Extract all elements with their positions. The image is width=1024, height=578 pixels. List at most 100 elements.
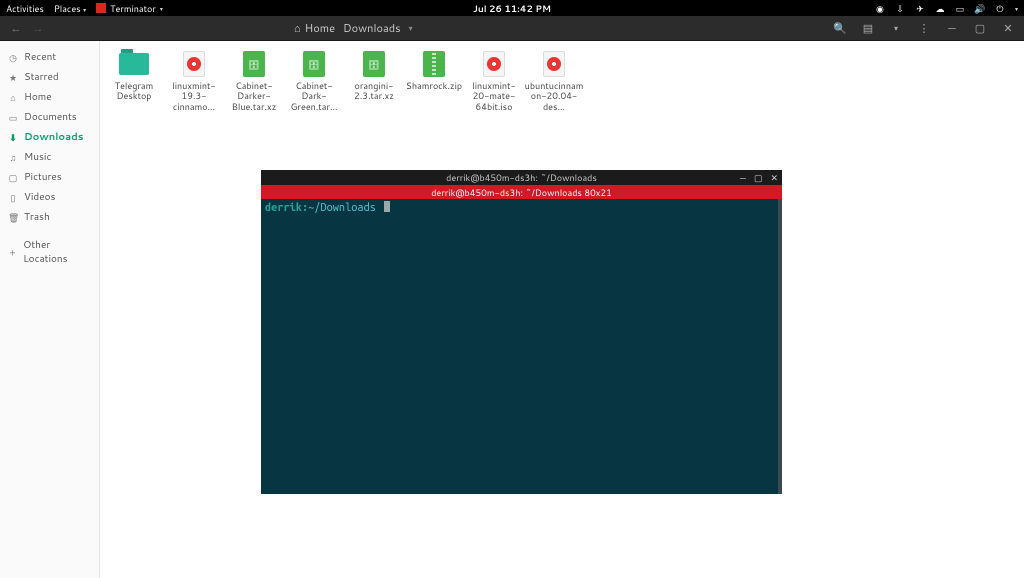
file-item[interactable]: 🗄 Cabinet-Darker-Blue.tar.xz xyxy=(224,51,284,112)
file-label: linuxmint-19.3-cinnamo… xyxy=(164,81,224,112)
home-icon: ⌂ xyxy=(294,20,301,36)
iso-icon xyxy=(178,51,210,77)
terminal-prompt-path: ~/Downloads xyxy=(308,202,376,214)
hamburger-menu-button[interactable]: ⋮ xyxy=(916,20,932,36)
sidebar-item-videos-icon: ▯ xyxy=(8,191,18,204)
terminator-app-icon xyxy=(96,3,106,13)
sidebar-item-trash[interactable]: 🗑 Trash xyxy=(0,207,99,227)
sidebar-item-trash-icon: 🗑 xyxy=(8,211,18,224)
sidebar-item-music[interactable]: ♫ Music xyxy=(0,147,99,167)
power-icon[interactable]: ⏻ xyxy=(995,3,1005,13)
sidebar-item-label: Downloads xyxy=(24,130,84,144)
file-label: Shamrock.zip xyxy=(406,81,462,91)
tray-icon-2[interactable]: ⇩ xyxy=(895,3,905,13)
terminal-prompt-user: derrik: xyxy=(265,202,308,214)
places-menu[interactable]: Places ▾ xyxy=(54,2,86,15)
close-button[interactable]: ✕ xyxy=(1000,20,1016,36)
filemanager-toolbar: ← → ⌂ Home Downloads ▾ 🔍 ▤ ▾ ⋮ — ▢ ✕ xyxy=(0,16,1024,41)
view-toggle-button[interactable]: ▤ xyxy=(860,20,876,36)
chevron-down-icon: ▾ xyxy=(160,4,163,13)
terminal-body[interactable]: derrik:~/Downloads xyxy=(261,199,782,494)
sidebar-item-starred-icon: ★ xyxy=(8,71,18,84)
sidebar-item-label: Pictures xyxy=(24,170,62,184)
terminal-title: derrik@b450m-ds3h: ~/Downloads xyxy=(446,171,597,184)
sidebar-item-label: Home xyxy=(24,90,52,104)
app-menu[interactable]: Terminator ▾ xyxy=(96,2,163,15)
clock[interactable]: Jul 26 11:42 PM xyxy=(473,2,551,15)
sidebar-item-documents[interactable]: ▭ Documents xyxy=(0,107,99,127)
sidebar-item-pictures-icon: ▢ xyxy=(8,171,18,184)
sidebar-item-home[interactable]: ⌂ Home xyxy=(0,87,99,107)
file-item[interactable]: ubuntucinnamon-20.04-des… xyxy=(524,51,584,112)
sidebar-item-videos[interactable]: ▯ Videos xyxy=(0,187,99,207)
path-bar: ⌂ Home Downloads ▾ xyxy=(294,20,413,36)
discord-tray-icon[interactable]: ☁ xyxy=(935,3,945,13)
gnome-shell-top-bar: Activities Places ▾ Terminator ▾ Jul 26 … xyxy=(0,0,1024,16)
sidebar-item-home-icon: ⌂ xyxy=(8,91,18,104)
path-home[interactable]: ⌂ Home xyxy=(294,20,335,36)
terminal-maximize-button[interactable]: ▢ xyxy=(754,171,763,184)
search-button[interactable]: 🔍 xyxy=(832,20,848,36)
sidebar-item-label: Documents xyxy=(24,110,77,124)
terminal-window: derrik@b450m-ds3h: ~/Downloads — ▢ ✕ der… xyxy=(261,170,782,494)
sidebar-item-recent[interactable]: ◷ Recent xyxy=(0,47,99,67)
archive-icon: 🗄 xyxy=(238,51,270,77)
sidebar-item-label: Trash xyxy=(24,210,50,224)
terminal-minimize-button[interactable]: — xyxy=(740,171,746,184)
file-label: Cabinet-Darker-Blue.tar.xz xyxy=(224,81,284,112)
file-item[interactable]: Shamrock.zip xyxy=(404,51,464,91)
volume-icon[interactable]: 🔊 xyxy=(975,3,985,13)
plus-icon: + xyxy=(8,246,17,259)
file-label: Telegram Desktop xyxy=(104,81,164,102)
back-button[interactable]: ← xyxy=(8,20,24,36)
terminal-cursor xyxy=(384,201,390,212)
sidebar-item-downloads[interactable]: ⬇ Downloads xyxy=(0,127,99,147)
folder-icon xyxy=(118,51,150,77)
chevron-down-icon: ▾ xyxy=(1015,4,1018,13)
maximize-button[interactable]: ▢ xyxy=(972,20,988,36)
file-label: linuxmint-20-mate-64bit.iso xyxy=(464,81,524,112)
minimize-button[interactable]: — xyxy=(944,20,960,36)
iso-icon xyxy=(478,51,510,77)
terminal-tab-icon xyxy=(263,186,273,196)
path-current[interactable]: Downloads ▾ xyxy=(343,20,413,36)
terminal-close-button[interactable]: ✕ xyxy=(770,171,778,184)
sidebar-item-label: Music xyxy=(24,150,51,164)
sidebar-item-other-locations[interactable]: + Other Locations xyxy=(0,235,99,269)
sidebar-item-documents-icon: ▭ xyxy=(8,111,18,124)
activities-button[interactable]: Activities xyxy=(6,2,44,15)
sidebar-item-label: Other Locations xyxy=(23,238,91,266)
sidebar-item-label: Starred xyxy=(24,70,59,84)
view-dropdown-button[interactable]: ▾ xyxy=(888,20,904,36)
file-label: orangini-2.3.tar.xz xyxy=(344,81,404,102)
sidebar-item-label: Recent xyxy=(24,50,56,64)
archive-icon: 🗄 xyxy=(358,51,390,77)
sidebar-item-label: Videos xyxy=(24,190,55,204)
chevron-down-icon: ▾ xyxy=(83,5,86,14)
iso-icon xyxy=(538,51,570,77)
file-label: Cabinet-Dark-Green.tar… xyxy=(284,81,344,112)
file-item[interactable]: linuxmint-20-mate-64bit.iso xyxy=(464,51,524,112)
forward-button[interactable]: → xyxy=(30,20,46,36)
zip-icon xyxy=(418,51,450,77)
terminal-titlebar: derrik@b450m-ds3h: ~/Downloads — ▢ ✕ xyxy=(261,170,782,185)
terminal-window-controls: — ▢ ✕ xyxy=(740,170,778,185)
file-item[interactable]: 🗄 orangini-2.3.tar.xz xyxy=(344,51,404,102)
chevron-down-icon: ▾ xyxy=(409,22,413,34)
sidebar-item-downloads-icon: ⬇ xyxy=(8,131,18,144)
workspace-icon[interactable]: ▭ xyxy=(955,3,965,13)
terminal-tab-bar: derrik@b450m-ds3h: ~/Downloads 80x21 xyxy=(261,185,782,199)
file-label: ubuntucinnamon-20.04-des… xyxy=(524,81,584,112)
file-item[interactable]: linuxmint-19.3-cinnamo… xyxy=(164,51,224,112)
tray-icon-1[interactable]: ◉ xyxy=(875,3,885,13)
filemanager-sidebar: ◷ Recent ★ Starred ⌂ Home ▭ Documents ⬇ Downloads… xyxy=(0,41,100,578)
sidebar-item-music-icon: ♫ xyxy=(8,151,18,164)
terminal-tab-title: derrik@b450m-ds3h: ~/Downloads 80x21 xyxy=(431,186,612,199)
file-item[interactable]: 🗄 Cabinet-Dark-Green.tar… xyxy=(284,51,344,112)
file-item[interactable]: Telegram Desktop xyxy=(104,51,164,102)
sidebar-item-starred[interactable]: ★ Starred xyxy=(0,67,99,87)
sidebar-item-recent-icon: ◷ xyxy=(8,51,18,64)
archive-icon: 🗄 xyxy=(298,51,330,77)
sidebar-item-pictures[interactable]: ▢ Pictures xyxy=(0,167,99,187)
telegram-tray-icon[interactable]: ✈ xyxy=(915,3,925,13)
